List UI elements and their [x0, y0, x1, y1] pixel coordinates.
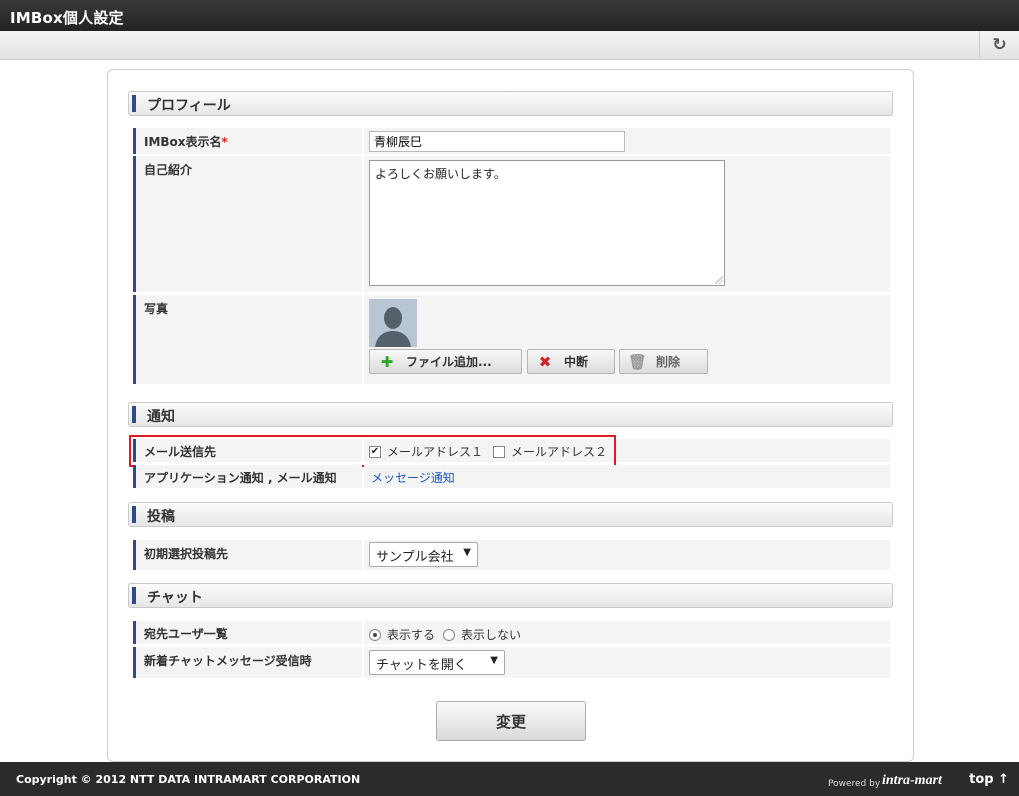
section-profile: プロフィール: [128, 91, 893, 116]
section-chat: チャット: [128, 583, 893, 608]
plus-icon: ✚: [380, 352, 394, 371]
avatar: [369, 299, 417, 347]
close-icon: ✖: [538, 352, 552, 371]
trash-icon: 🗑: [628, 352, 648, 371]
dropdown-arrow-icon: ▼: [490, 655, 498, 666]
footer: Copyright © 2012 NTT DATA INTRAMART CORP…: [0, 762, 1019, 796]
copyright-text: Copyright © 2012 NTT DATA INTRAMART CORP…: [16, 773, 361, 786]
section-notify: 通知: [128, 402, 893, 427]
required-mark: *: [221, 135, 228, 149]
display-name-input[interactable]: [369, 131, 625, 152]
hide-radio[interactable]: [443, 628, 456, 641]
person-silhouette-icon: [369, 299, 417, 347]
section-post: 投稿: [128, 502, 893, 527]
recipients-radios: 表示する 表示しない: [369, 626, 521, 643]
intra-mart-logo: intra-mart: [882, 773, 942, 788]
top-link[interactable]: top ↑: [969, 772, 1009, 787]
app-notify-label: アプリケーション通知 , メール通知: [133, 465, 362, 488]
photo-label: 写真: [133, 295, 362, 384]
show-radio[interactable]: [369, 628, 381, 641]
submit-button[interactable]: 変更: [436, 701, 586, 741]
recipients-label: 宛先ユーザ一覧: [133, 621, 362, 644]
window-title: IMBox個人設定: [0, 0, 1019, 31]
toolbar: ↻: [0, 31, 1019, 60]
message-notify-link[interactable]: メッセージ通知: [371, 469, 455, 486]
display-name-label: IMBox表示名*: [133, 128, 362, 154]
intro-label: 自己紹介: [133, 156, 362, 292]
default-target-label: 初期選択投稿先: [133, 540, 362, 570]
intro-textarea[interactable]: よろしくお願いします。: [369, 160, 725, 286]
cancel-upload-button[interactable]: ✖ 中断: [527, 349, 615, 374]
default-target-select[interactable]: サンプル会社 ▼: [369, 542, 478, 567]
resize-grip-icon[interactable]: [715, 276, 723, 284]
new-message-label: 新着チャットメッセージ受信時: [133, 647, 362, 678]
new-message-select[interactable]: チャットを開く ▼: [369, 650, 505, 675]
dropdown-arrow-icon: ▼: [463, 547, 471, 558]
add-file-button[interactable]: ✚ ファイル追加...: [369, 349, 522, 374]
refresh-icon[interactable]: ↻: [979, 31, 1019, 59]
highlight-box: [129, 435, 616, 467]
powered-by-text: Powered by: [828, 779, 881, 789]
delete-photo-button[interactable]: 🗑 削除: [619, 349, 708, 374]
